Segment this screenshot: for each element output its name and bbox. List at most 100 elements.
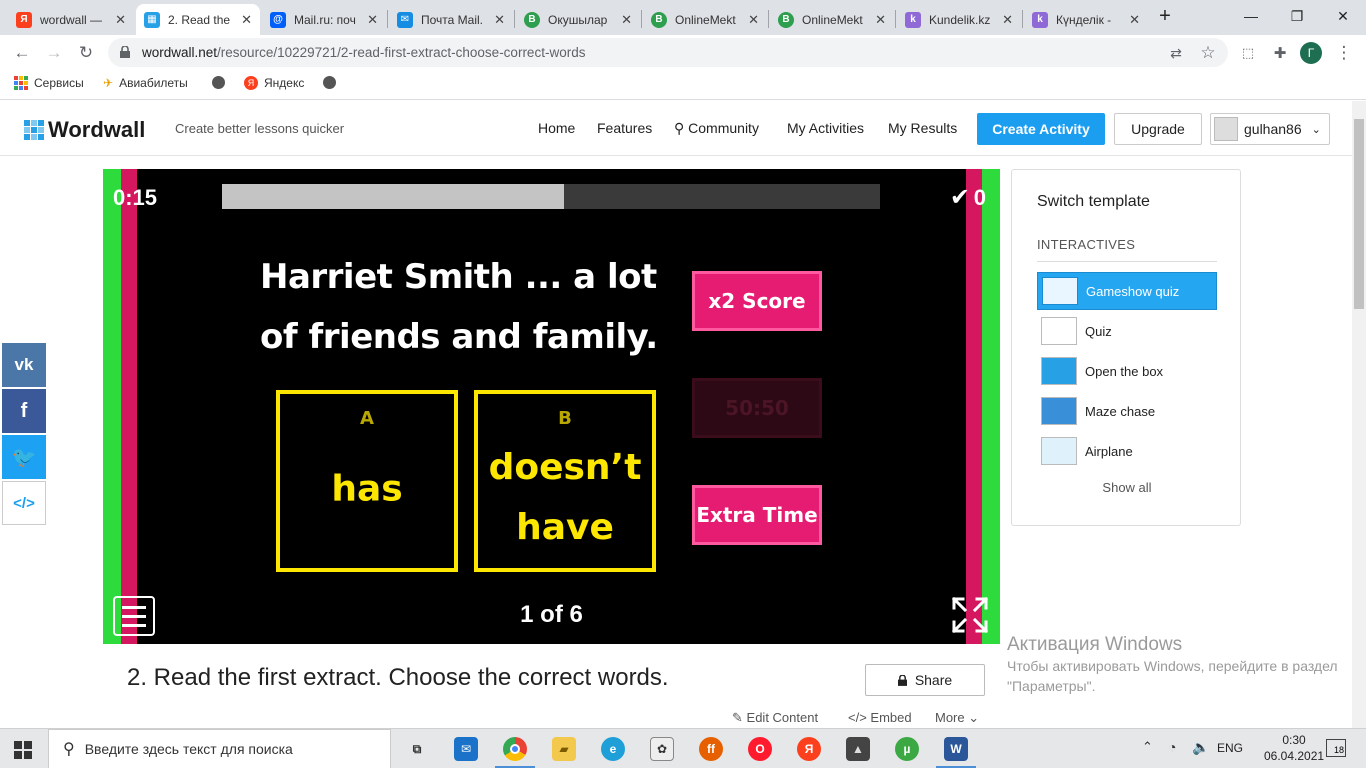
nav-features[interactable]: Features (597, 120, 652, 136)
browser-tab-onlinemektep-2[interactable]: B OnlineMekt ✕ (643, 4, 767, 35)
profile-avatar[interactable]: Г (1300, 42, 1322, 64)
volume-icon[interactable]: 🔈 (1192, 739, 1209, 756)
nav-my-activities[interactable]: My Activities (787, 120, 864, 136)
app-icon[interactable]: ✿ (650, 737, 674, 761)
menu-kebab-icon[interactable]: ⋮ (1332, 41, 1356, 65)
close-icon[interactable]: ✕ (621, 12, 632, 28)
firefox-icon[interactable]: ff (699, 737, 723, 761)
opera-icon[interactable]: O (748, 737, 772, 761)
bookmark-yandex[interactable]: Я Яндекс (244, 76, 304, 90)
create-activity-button[interactable]: Create Activity (977, 113, 1105, 145)
back-button[interactable]: ← (10, 41, 34, 65)
close-icon[interactable]: ✕ (748, 12, 759, 28)
answer-a[interactable]: A has (276, 390, 458, 572)
minimize-button[interactable]: — (1228, 0, 1274, 32)
language-indicator[interactable]: ENG (1217, 741, 1243, 755)
browser-tab-onlinemektep-1[interactable]: B Окушылар ✕ (516, 4, 640, 35)
scrollbar-thumb[interactable] (1354, 119, 1364, 309)
chrome-icon[interactable] (503, 737, 527, 761)
url-field[interactable]: wordwall.net/resource/10229721/2-read-fi… (108, 38, 1228, 67)
puzzle-icon[interactable]: ✚ (1268, 41, 1292, 65)
utorrent-icon[interactable]: µ (895, 737, 919, 761)
notifications-icon[interactable]: 18 (1326, 739, 1346, 757)
clock[interactable]: 0:30 06.04.2021 (1264, 732, 1324, 764)
browser-tab-wordwall-search[interactable]: Я wordwall — ✕ (8, 4, 134, 35)
edge-icon[interactable]: e (601, 737, 625, 761)
browser-tab-kundelik-2[interactable]: k Күнделік - ✕ (1024, 4, 1148, 35)
edit-content-link[interactable]: ✎ Edit Content (732, 710, 818, 726)
browser-tab-mail[interactable]: ✉ Почта Mail. ✕ (389, 4, 513, 35)
bookmark-globe-2[interactable] (323, 76, 336, 89)
share-button[interactable]: Share (865, 664, 985, 696)
template-airplane[interactable]: Airplane (1037, 432, 1217, 470)
extension-icon[interactable]: ⬚ (1236, 41, 1260, 65)
twitter-share-button[interactable]: 🐦 (2, 435, 46, 479)
facebook-share-button[interactable]: f (2, 389, 46, 433)
yandex-browser-icon[interactable]: Я (797, 737, 821, 761)
close-icon[interactable]: ✕ (241, 12, 252, 28)
translate-icon[interactable]: ⇄ (1164, 41, 1188, 65)
windows-start-icon[interactable] (14, 741, 32, 759)
share-label: Share (914, 672, 953, 688)
task-view-icon[interactable]: ⧉ (405, 737, 429, 761)
fullscreen-icon[interactable] (951, 596, 989, 634)
browser-tab-onlinemektep-3[interactable]: B OnlineMekt ✕ (770, 4, 894, 35)
template-label: Quiz (1085, 323, 1112, 339)
more-link[interactable]: More ⌄ (935, 710, 979, 726)
close-window-button[interactable]: ✕ (1320, 0, 1366, 32)
template-quiz[interactable]: Quiz (1037, 312, 1217, 350)
template-maze-chase[interactable]: Maze chase (1037, 392, 1217, 430)
vk-share-button[interactable]: vk (2, 343, 46, 387)
bookmark-globe-1[interactable] (212, 76, 225, 89)
reload-button[interactable]: ↻ (74, 41, 98, 65)
wordwall-logo[interactable]: Wordwall (24, 117, 145, 143)
avatar (1214, 117, 1238, 141)
show-all-link[interactable]: Show all (1012, 480, 1242, 495)
template-gameshow-quiz[interactable]: Gameshow quiz (1037, 272, 1217, 310)
game-area[interactable]: 0:15 ✔ 0 Harriet Smith ... a lot of frie… (103, 169, 1000, 644)
bookmark-star-icon[interactable]: ☆ (1196, 41, 1220, 65)
close-icon[interactable]: ✕ (115, 12, 126, 28)
upgrade-button[interactable]: Upgrade (1114, 113, 1202, 145)
bookmark-flights[interactable]: ✈ Авиабилеты (103, 76, 188, 90)
nav-my-results[interactable]: My Results (888, 120, 957, 136)
notification-count: 18 (1333, 745, 1344, 755)
apps-grid-icon (14, 76, 28, 90)
close-icon[interactable]: ✕ (1002, 12, 1013, 28)
forward-button[interactable]: → (42, 41, 66, 65)
mailru-icon: @ (270, 11, 286, 28)
close-icon[interactable]: ✕ (875, 12, 886, 28)
browser-tab-active[interactable]: ▦ 2. Read the ✕ (136, 4, 260, 35)
mail-app-icon[interactable]: ✉ (454, 737, 478, 761)
user-menu-button[interactable]: gulhan86 ⌄ (1210, 113, 1330, 145)
close-icon[interactable]: ✕ (494, 12, 505, 28)
fifty-fifty-button[interactable]: 50:50 (692, 378, 822, 438)
nav-home[interactable]: Home (538, 120, 575, 136)
close-icon[interactable]: ✕ (367, 12, 378, 28)
tanks-game-icon[interactable]: ▲ (846, 737, 870, 761)
embed-link[interactable]: </> Embed (848, 710, 912, 725)
file-explorer-icon[interactable]: ▰ (552, 737, 576, 761)
page-scrollbar[interactable] (1352, 101, 1366, 728)
template-label: Maze chase (1085, 403, 1156, 419)
new-tab-button[interactable]: + (1150, 0, 1180, 32)
answer-b[interactable]: B doesn’t have (474, 390, 656, 572)
site-header: Wordwall Create better lessons quicker H… (0, 101, 1352, 156)
restore-button[interactable]: ❐ (1274, 0, 1320, 32)
word-icon[interactable]: W (944, 737, 968, 761)
right-pink-stripe (966, 169, 982, 644)
taskbar-search-input[interactable]: ⚲ Введите здесь текст для поиска (48, 729, 391, 768)
close-icon[interactable]: ✕ (1129, 12, 1140, 28)
browser-tab-kundelik-1[interactable]: k Kundelik.kz ✕ (897, 4, 1021, 35)
browser-tab-mailru[interactable]: @ Mail.ru: поч ✕ (262, 4, 386, 35)
template-open-the-box[interactable]: Open the box (1037, 352, 1217, 390)
chevron-up-icon[interactable]: ⌃ (1142, 739, 1153, 755)
extra-time-button[interactable]: Extra Time (692, 485, 822, 545)
nav-community[interactable]: ⚲ Community (674, 120, 759, 137)
timer: 0:15 (113, 185, 158, 210)
embed-share-button[interactable]: </> (2, 481, 46, 525)
bookmark-services[interactable]: Сервисы (14, 76, 84, 90)
clock-date: 06.04.2021 (1264, 749, 1325, 763)
wifi-icon[interactable]: ◔ (1168, 739, 1176, 755)
double-score-button[interactable]: x2 Score (692, 271, 822, 331)
